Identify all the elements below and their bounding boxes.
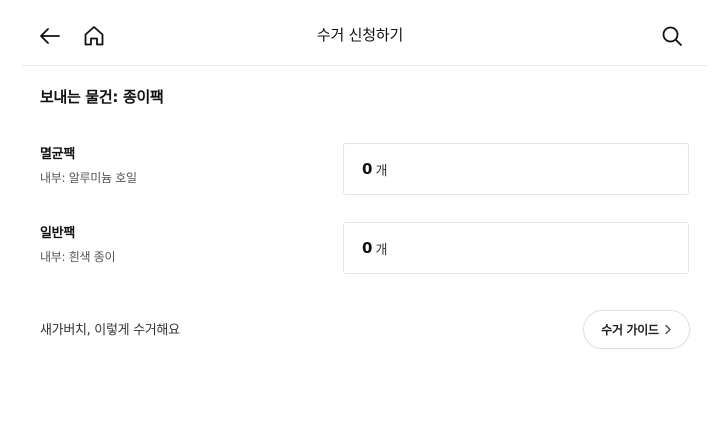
collection-info-text: 새가버치, 이렇게 수거해요: [40, 323, 180, 338]
page: 수거 신청하기 보내는 물건: 종이팩 멸균팩 내부: 알루미늄 호일 0 개 …: [0, 0, 720, 424]
header: 수거 신청하기: [0, 0, 720, 66]
quantity-input-sterile-pack[interactable]: 0 개: [343, 143, 689, 195]
chevron-right-icon: [664, 324, 672, 335]
page-title: 수거 신청하기: [316, 26, 404, 44]
header-divider: [22, 65, 708, 66]
search-icon: [662, 26, 682, 46]
item-name: 멸균팩: [40, 147, 75, 162]
quantity-value: 0: [362, 160, 373, 178]
section-title: 보내는 물건: 종이팩: [40, 88, 164, 106]
item-description: 내부: 알루미늄 호일: [40, 171, 137, 185]
quantity-unit: 개: [375, 163, 388, 179]
quantity-unit: 개: [375, 242, 388, 258]
search-button[interactable]: [658, 22, 686, 50]
quantity-input-general-pack[interactable]: 0 개: [343, 222, 689, 274]
collection-guide-button[interactable]: 수거 가이드: [583, 310, 690, 349]
quantity-value: 0: [362, 239, 373, 257]
item-description: 내부: 흰색 종이: [40, 250, 116, 264]
item-name: 일반팩: [40, 226, 75, 241]
guide-button-label: 수거 가이드: [601, 323, 659, 337]
